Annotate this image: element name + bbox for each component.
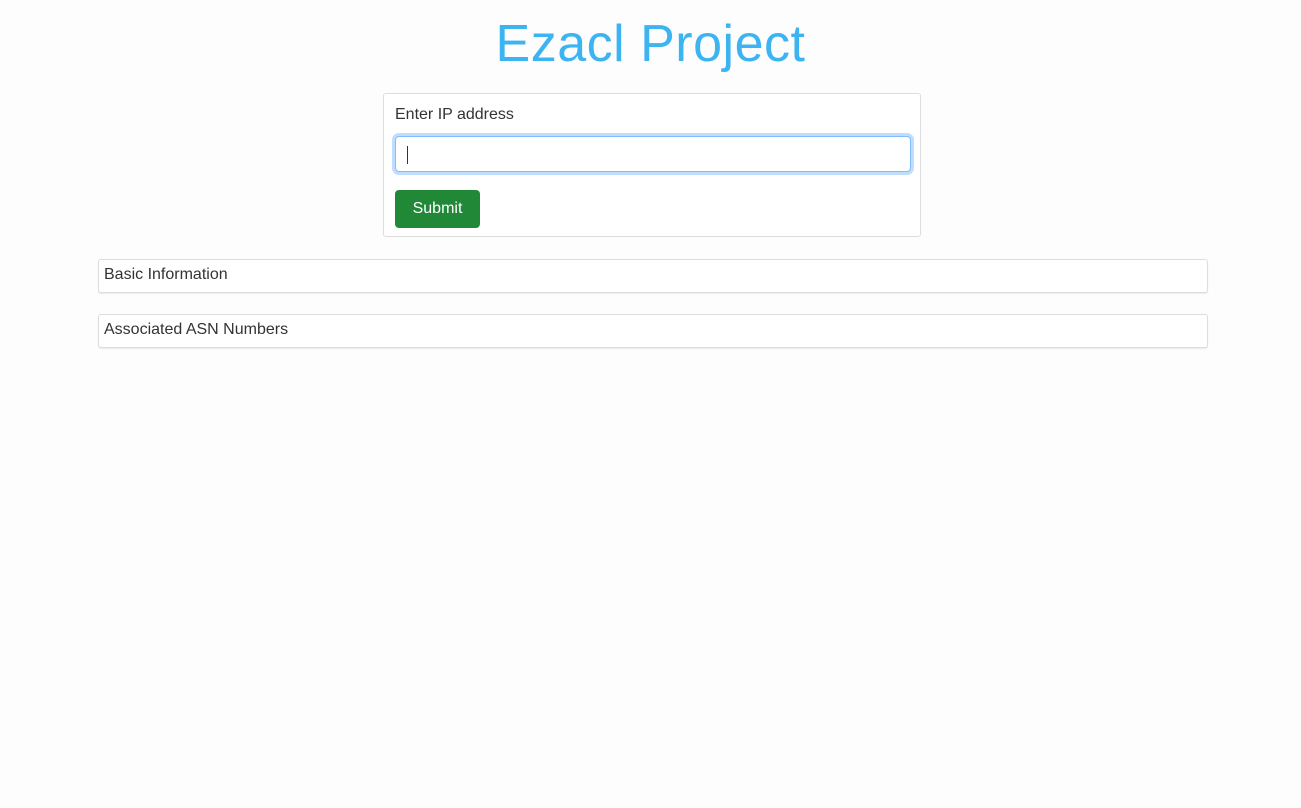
text-caret [407,146,408,164]
basic-information-panel[interactable]: Basic Information [98,259,1208,293]
ip-address-input[interactable] [395,136,911,172]
submit-button[interactable]: Submit [395,190,480,228]
panel-title: Associated ASN Numbers [104,321,289,338]
page-title: Ezacl Project [495,15,806,73]
associated-asn-panel[interactable]: Associated ASN Numbers [98,314,1208,348]
panel-title: Basic Information [104,266,228,283]
ip-lookup-form: Enter IP address Submit [383,93,921,237]
ip-address-label: Enter IP address [395,106,514,123]
